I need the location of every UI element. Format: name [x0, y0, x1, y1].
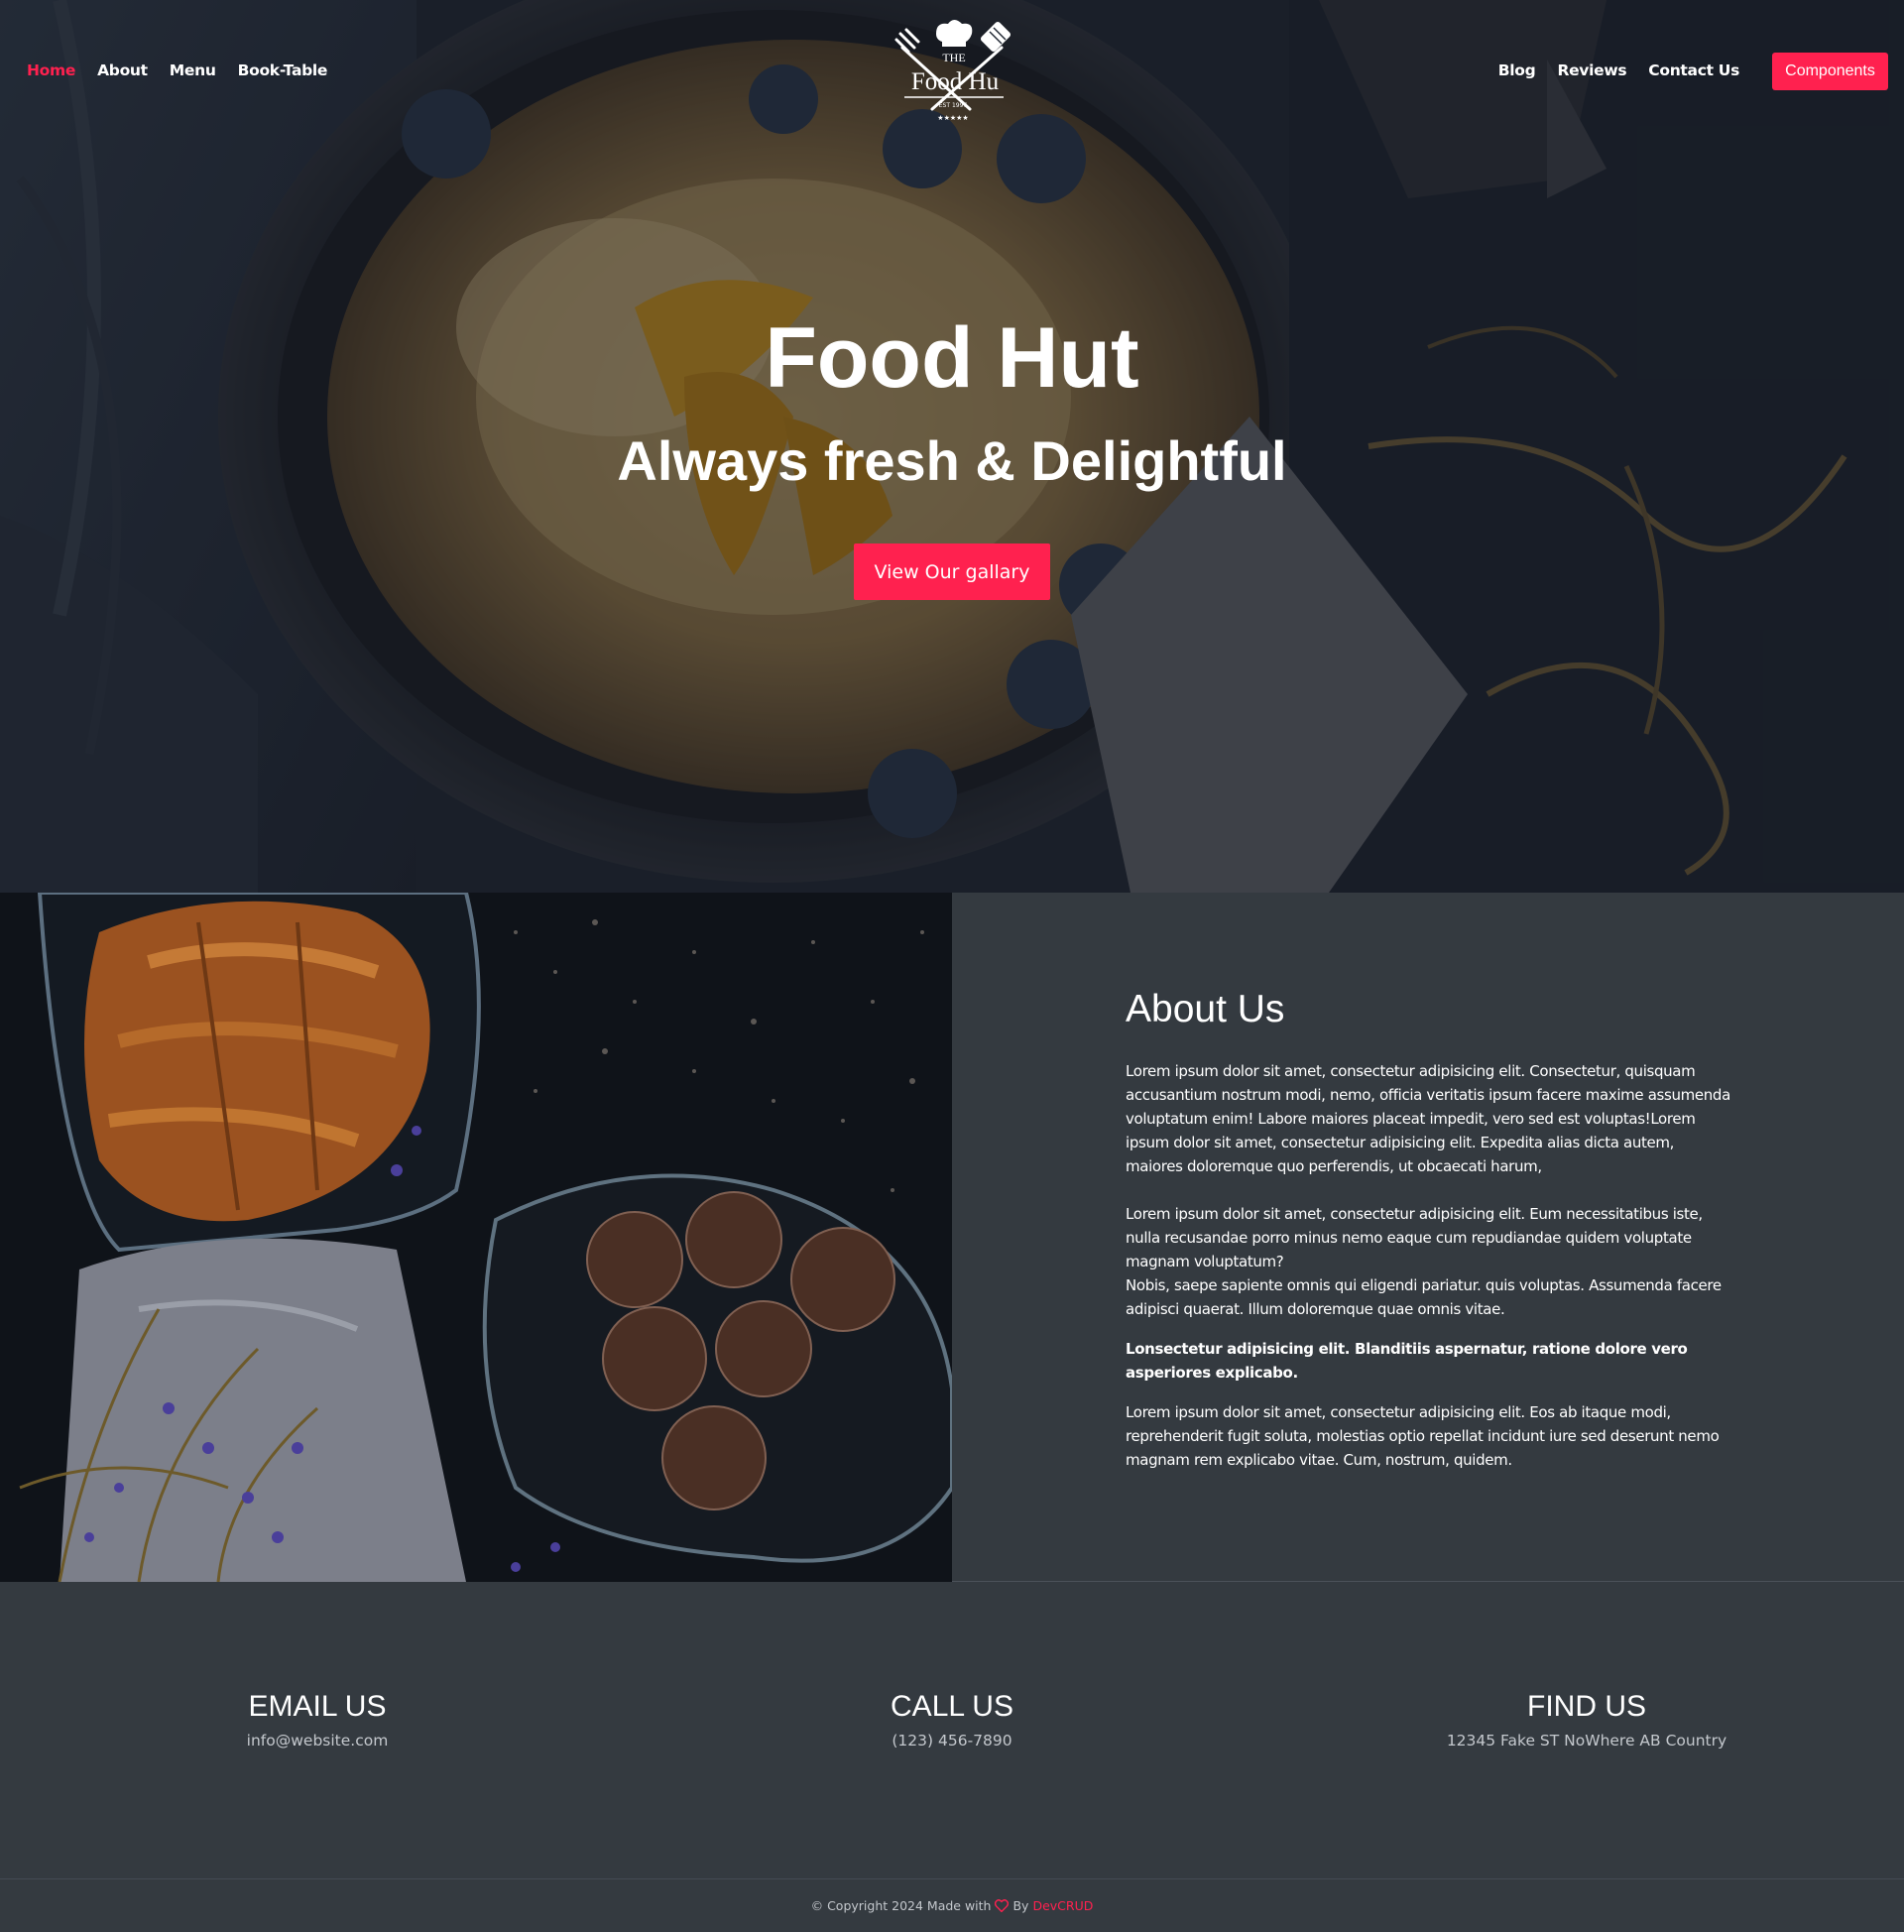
nav-link-blog[interactable]: Blog — [1498, 61, 1536, 79]
hero-section: Home About Menu Book-Table THE Food Hu E… — [0, 0, 1904, 893]
nav-link-book-table[interactable]: Book-Table — [238, 61, 328, 79]
about-body: Lorem ipsum dolor sit amet, consectetur … — [1126, 1059, 1735, 1472]
nav-link-contact-us[interactable]: Contact Us — [1648, 61, 1739, 79]
about-image — [0, 893, 952, 1582]
components-button[interactable]: Components — [1772, 53, 1888, 90]
about-paragraph-1: Lorem ipsum dolor sit amet, consectetur … — [1126, 1062, 1730, 1175]
nav-link-reviews[interactable]: Reviews — [1557, 61, 1626, 79]
contact-find-value: 12345 Fake ST NoWhere AB Country — [1446, 1732, 1727, 1750]
contact-email-value[interactable]: info@website.com — [0, 1732, 635, 1750]
heart-icon — [995, 1899, 1010, 1912]
nav-link-menu[interactable]: Menu — [170, 61, 216, 79]
nav-link-home[interactable]: Home — [27, 61, 75, 79]
navbar: Home About Menu Book-Table THE Food Hu E… — [0, 0, 1904, 145]
contact-call-title: CALL US — [891, 1690, 1013, 1723]
contact-email: EMAIL US info@website.com — [0, 1690, 635, 1750]
nav-right: Blog Reviews Contact Us — [1498, 61, 1740, 79]
chef-logo-icon[interactable]: THE Food Hu EST 1997 ★★★★★ — [892, 18, 1013, 127]
footer-copyright: © Copyright 2024 Made with By DevCRUD — [811, 1898, 1094, 1913]
about-paragraph-2a: Lorem ipsum dolor sit amet, consectetur … — [1126, 1205, 1703, 1270]
footer: © Copyright 2024 Made with By DevCRUD — [0, 1878, 1904, 1932]
about-paragraph-3: Lonsectetur adipisicing elit. Blanditiis… — [1126, 1340, 1688, 1382]
about-section: About Us Lorem ipsum dolor sit amet, con… — [0, 893, 1904, 1582]
contact-call: CALL US (123) 456-7890 — [635, 1690, 1269, 1750]
logo-top-text: THE — [942, 51, 965, 64]
hero-subtitle: Always fresh & Delightful — [617, 429, 1287, 492]
logo-est-text: EST 1997 — [939, 102, 968, 109]
contact-section: EMAIL US info@website.com CALL US (123) … — [0, 1583, 1904, 1878]
contact-find-title: FIND US — [1527, 1690, 1646, 1723]
about-paragraph-4: Lorem ipsum dolor sit amet, consectetur … — [1126, 1403, 1720, 1469]
about-paragraph-2b: Nobis, saepe sapiente omnis qui eligendi… — [1126, 1276, 1722, 1318]
view-gallery-button[interactable]: View Our gallary — [854, 543, 1050, 600]
footer-prefix: © Copyright 2024 Made with — [810, 1898, 992, 1913]
logo-stars: ★★★★★ — [937, 114, 968, 122]
footer-author-link[interactable]: DevCRUD — [1032, 1898, 1093, 1913]
contact-call-value[interactable]: (123) 456-7890 — [635, 1732, 1269, 1750]
pastry-photo — [0, 893, 952, 1582]
footer-by: By — [1012, 1898, 1029, 1913]
contact-find: FIND US 12345 Fake ST NoWhere AB Country — [1269, 1690, 1904, 1750]
about-title: About Us — [1126, 988, 1285, 1030]
nav-left: Home About Menu Book-Table — [27, 61, 327, 79]
hero-title: Food Hut — [765, 310, 1139, 406]
logo-name-text: Food Hu — [911, 68, 1000, 95]
contact-email-title: EMAIL US — [248, 1690, 387, 1723]
nav-link-about[interactable]: About — [97, 61, 148, 79]
about-text-panel: About Us Lorem ipsum dolor sit amet, con… — [952, 893, 1904, 1582]
